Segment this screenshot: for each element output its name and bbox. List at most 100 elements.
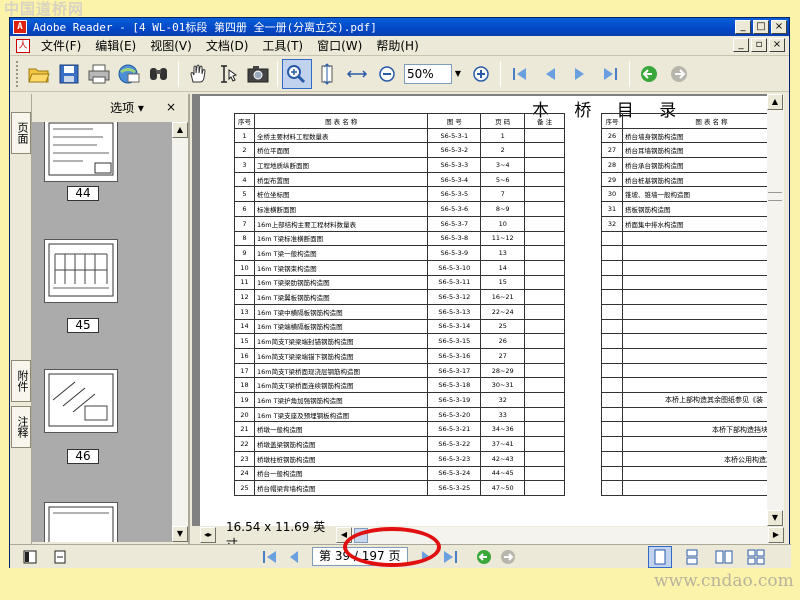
next-page-button[interactable]: [414, 546, 438, 568]
page-thumbnail[interactable]: [44, 502, 118, 542]
prev-page-button[interactable]: [535, 59, 565, 89]
maximize-button[interactable]: □: [753, 20, 769, 34]
cell-name: [621, 362, 767, 379]
zoom-input[interactable]: [404, 63, 452, 84]
scroll-down-button[interactable]: ▼: [767, 510, 783, 526]
zoom-in-button[interactable]: [466, 59, 496, 89]
search-button[interactable]: [144, 59, 174, 89]
zoom-dropdown[interactable]: ▼: [404, 63, 464, 84]
thumbnail-scrollbar[interactable]: ▲ ▼: [172, 122, 188, 542]
go-back-button[interactable]: [472, 546, 496, 568]
horizontal-scrollbar[interactable]: ◀ ▶: [336, 526, 784, 544]
thumbnail-list[interactable]: 44 45 46: [32, 122, 172, 542]
prev-page-icon: [546, 67, 555, 80]
split-view-icon[interactable]: ◂▸: [200, 527, 216, 543]
cell-page: 27: [480, 348, 526, 364]
continuous-facing-view-button[interactable]: [744, 546, 768, 568]
document-scrollbar[interactable]: ▲ ▼: [767, 94, 784, 526]
menu-tools[interactable]: 工具(T): [255, 37, 310, 54]
first-page-icon: [263, 550, 276, 563]
toolbar-grip[interactable]: [16, 60, 20, 87]
cell-code: S6-5-3-7: [427, 215, 482, 232]
doc-close-button[interactable]: ×: [769, 38, 785, 52]
doc-restore-button[interactable]: ▫: [751, 38, 767, 52]
save-button[interactable]: [54, 59, 84, 89]
scroll-up-button[interactable]: ▲: [172, 122, 188, 138]
page-number-field[interactable]: 第 39 / 197 页: [312, 547, 408, 566]
first-page-button[interactable]: [505, 59, 535, 89]
cell-name: 桩位坐标图: [253, 186, 429, 203]
hand-tool-button[interactable]: [183, 59, 213, 89]
doc-minimize-button[interactable]: _: [733, 38, 749, 52]
tab-comments[interactable]: 注释: [11, 406, 31, 448]
table-row: 21 桥墩一般构造图 S6-5-3-21 34~36: [234, 421, 565, 438]
print-button[interactable]: [84, 59, 114, 89]
go-back-button[interactable]: [634, 59, 664, 89]
tab-pages[interactable]: 页面: [11, 112, 31, 154]
single-page-view-button[interactable]: [648, 545, 672, 568]
last-page-button[interactable]: [438, 546, 462, 568]
cell-remark: [524, 406, 565, 423]
note-text: 本桥公用构造其: [724, 456, 767, 464]
page-thumbnail[interactable]: [44, 239, 118, 303]
page-thumbnail[interactable]: [44, 122, 118, 182]
cell-no: [601, 406, 623, 423]
pdf-document-icon[interactable]: 人: [16, 38, 30, 53]
scroll-thumb[interactable]: [768, 192, 782, 201]
open-button[interactable]: [24, 59, 54, 89]
page-thumbnail[interactable]: [44, 369, 118, 433]
table-row: [601, 230, 767, 247]
prev-page-button[interactable]: [282, 546, 306, 568]
cell-page: 44~45: [480, 465, 526, 482]
document-info-button[interactable]: [48, 546, 72, 568]
scroll-left-button[interactable]: ◀: [336, 526, 352, 543]
cell-code: S6-5-3-15: [427, 333, 482, 349]
fit-width-button[interactable]: [342, 59, 372, 89]
snapshot-button[interactable]: [243, 59, 273, 89]
cell-code: S6-5-3-10: [427, 259, 482, 276]
show-navigation-button[interactable]: [18, 546, 42, 568]
select-text-button[interactable]: [213, 59, 243, 89]
scroll-up-button[interactable]: ▲: [767, 94, 783, 110]
cell-no: 29: [601, 171, 623, 188]
first-page-button[interactable]: [258, 546, 282, 568]
menu-window[interactable]: 窗口(W): [310, 37, 369, 54]
watermark-bottom: www.cndao.com: [654, 571, 794, 591]
close-button[interactable]: ×: [771, 20, 787, 34]
col-header-page: 页 码: [480, 113, 526, 129]
go-forward-button[interactable]: [496, 546, 520, 568]
next-page-button[interactable]: [565, 59, 595, 89]
cell-name: 16m T梁翼板钢筋构造图: [253, 289, 429, 305]
menu-file[interactable]: 文件(F): [34, 37, 88, 54]
cell-no: 9: [234, 245, 255, 261]
facing-view-button[interactable]: [712, 546, 736, 568]
cell-page: 5~6: [480, 171, 526, 188]
title-bar[interactable]: A Adobe Reader - [4 WL-01标段 第四册 全一册(分离立交…: [10, 18, 789, 36]
table-row: 16 16m简支T梁梁端锚下钢筋构造图 S6-5-3-16 27: [234, 348, 565, 364]
options-menu[interactable]: 选项 ▾: [110, 99, 144, 116]
continuous-view-button[interactable]: [680, 546, 704, 568]
navigation-pane-icon: [23, 550, 37, 563]
zoom-tool-button[interactable]: [282, 58, 312, 89]
email-button[interactable]: [114, 59, 144, 89]
scroll-thumb[interactable]: [354, 527, 368, 543]
menu-edit[interactable]: 编辑(E): [88, 37, 143, 54]
scroll-down-button[interactable]: ▼: [172, 526, 188, 542]
go-forward-button[interactable]: [664, 59, 694, 89]
zoom-out-button[interactable]: [372, 59, 402, 89]
close-panel-button[interactable]: ×: [166, 100, 176, 114]
fit-page-button[interactable]: [312, 59, 342, 89]
minimize-button[interactable]: _: [735, 20, 751, 34]
table-row: 8 16m T梁标准横断面图 S6-5-3-8 11~12: [234, 230, 565, 247]
tab-attachments[interactable]: 附件: [11, 360, 31, 402]
document-view[interactable]: 本 桥 目 录 序号 图 表 名 称 图 号 页 码 备 注 1 全桥主要材料工程…: [192, 94, 767, 526]
chevron-down-icon[interactable]: ▼: [452, 64, 464, 84]
menu-help[interactable]: 帮助(H): [369, 37, 425, 54]
last-page-button[interactable]: [595, 59, 625, 89]
cell-no: [601, 245, 623, 261]
table-row: 17 16m简支T梁桥面现浇层钢筋构造图 S6-5-3-17 28~29: [234, 362, 565, 379]
scroll-right-button[interactable]: ▶: [768, 526, 784, 543]
cell-name: [621, 245, 767, 261]
menu-document[interactable]: 文档(D): [199, 37, 256, 54]
menu-view[interactable]: 视图(V): [143, 37, 199, 54]
